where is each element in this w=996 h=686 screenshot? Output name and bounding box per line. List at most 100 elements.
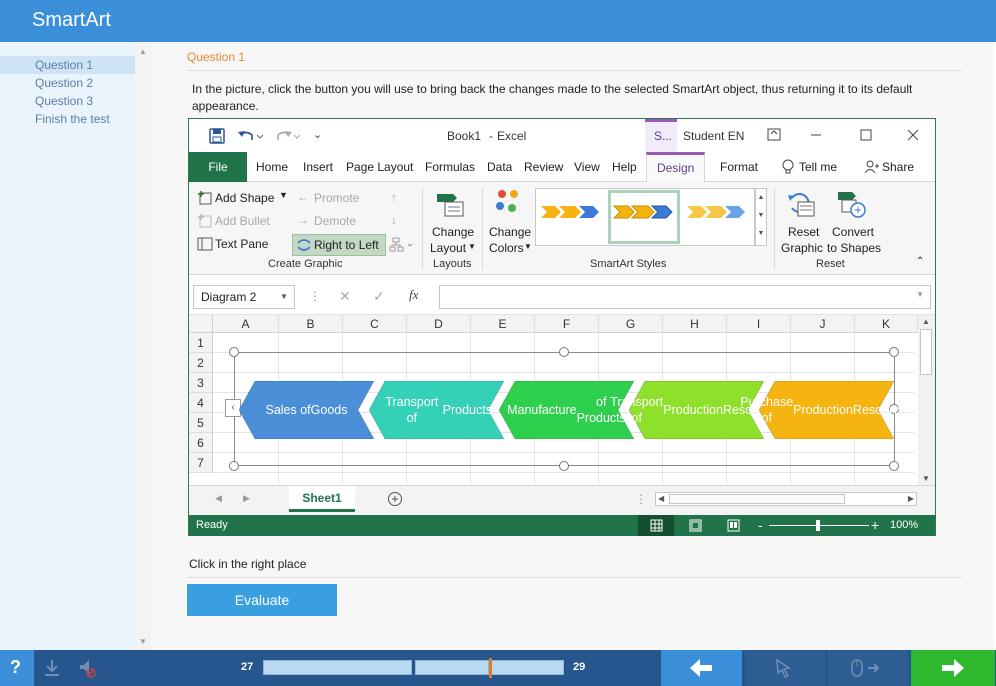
column-header[interactable]: E: [471, 315, 535, 333]
column-header[interactable]: F: [535, 315, 599, 333]
scroll-down-icon[interactable]: ▼: [922, 474, 930, 483]
collapse-ribbon-icon[interactable]: ⌃: [916, 256, 924, 267]
page-layout-view-icon[interactable]: [689, 519, 702, 532]
maximize-icon[interactable]: [859, 128, 873, 142]
share-button[interactable]: Share: [882, 152, 914, 182]
resize-handle[interactable]: [889, 347, 899, 357]
page-break-view-icon[interactable]: [727, 519, 740, 532]
change-colors-dropdown-icon[interactable]: ▼: [524, 242, 532, 251]
sidebar-item-question-1[interactable]: Question 1: [0, 56, 135, 74]
tab-help[interactable]: Help: [612, 152, 637, 182]
reset-graphic-line2[interactable]: Graphic: [781, 241, 823, 255]
scroll-thumb[interactable]: [920, 329, 932, 375]
column-header[interactable]: D: [407, 315, 471, 333]
ribbon-display-icon[interactable]: [767, 128, 781, 141]
tab-formulas[interactable]: Formulas: [425, 152, 475, 182]
row-header[interactable]: 6: [189, 433, 213, 453]
scroll-up-icon[interactable]: ▲: [139, 47, 147, 56]
move-down-icon[interactable]: ↓: [391, 213, 397, 227]
drag-button[interactable]: [828, 650, 908, 686]
tab-file[interactable]: File: [189, 152, 247, 182]
tab-page-layout[interactable]: Page Layout: [346, 152, 413, 182]
change-layout-dropdown-icon[interactable]: ▼: [468, 242, 476, 251]
name-box-dropdown-icon[interactable]: ▼: [280, 286, 288, 308]
promote-button[interactable]: Promote: [314, 191, 359, 205]
change-layout-line1[interactable]: Change: [432, 225, 474, 239]
hscroll-right-icon[interactable]: ▶: [908, 494, 914, 503]
zoom-out-button[interactable]: -: [758, 517, 763, 533]
resize-handle[interactable]: [889, 461, 899, 471]
column-header[interactable]: G: [599, 315, 663, 333]
zoom-in-button[interactable]: +: [871, 517, 879, 533]
resize-handle[interactable]: [559, 347, 569, 357]
close-icon[interactable]: [906, 128, 920, 142]
sidebar-scrollbar[interactable]: ▲ ▼: [135, 42, 151, 650]
zoom-level[interactable]: 100%: [890, 519, 918, 531]
next-button[interactable]: [911, 650, 995, 686]
tab-home[interactable]: Home: [256, 152, 288, 182]
tab-split-icon[interactable]: ⋮: [635, 492, 647, 506]
sidebar-item-question-3[interactable]: Question 3: [0, 92, 135, 110]
convert-to-shapes-line2[interactable]: to Shapes: [827, 241, 881, 255]
row-header[interactable]: 1: [189, 333, 213, 353]
resize-handle[interactable]: [229, 461, 239, 471]
style-thumbnail-3[interactable]: [685, 202, 747, 222]
cancel-formula-icon[interactable]: ✕: [339, 288, 351, 305]
reset-graphic-line1[interactable]: Reset: [788, 225, 819, 239]
save-icon[interactable]: [209, 128, 225, 144]
layout-org-icon[interactable]: [389, 237, 415, 253]
undo-icon[interactable]: [237, 128, 263, 144]
tab-insert[interactable]: Insert: [303, 152, 333, 182]
formula-bar-options-icon[interactable]: ⋮: [309, 289, 321, 303]
new-sheet-icon[interactable]: [387, 491, 403, 507]
hscroll-thumb[interactable]: [669, 494, 845, 504]
column-header[interactable]: I: [727, 315, 791, 333]
convert-to-shapes-line1[interactable]: Convert: [832, 225, 874, 239]
column-header[interactable]: A: [213, 315, 279, 333]
tab-review[interactable]: Review: [524, 152, 563, 182]
worksheet-grid[interactable]: ABCDEFGHIJK 1234567 ▲ ▼ ‹ Sales of Goods T…: [189, 315, 935, 485]
redo-icon[interactable]: [274, 128, 300, 144]
scroll-up-icon[interactable]: ▲: [922, 317, 930, 326]
column-header[interactable]: B: [279, 315, 343, 333]
enter-formula-icon[interactable]: ✓: [373, 288, 385, 305]
tell-me-box[interactable]: Tell me: [799, 152, 837, 182]
resize-handle[interactable]: [229, 347, 239, 357]
tab-view[interactable]: View: [574, 152, 600, 182]
row-header[interactable]: 2: [189, 353, 213, 373]
sheet-scroll-right-icon[interactable]: ▶: [243, 493, 250, 504]
sidebar-item-finish[interactable]: Finish the test: [0, 110, 135, 128]
column-header[interactable]: J: [791, 315, 855, 333]
customize-qat-icon[interactable]: ⌄: [313, 128, 322, 141]
sheet-tab-sheet1[interactable]: Sheet1: [289, 486, 355, 512]
download-button[interactable]: [36, 650, 68, 686]
zoom-slider-thumb[interactable]: [816, 520, 820, 531]
hscroll-left-icon[interactable]: ◀: [658, 494, 664, 503]
resize-handle[interactable]: [559, 461, 569, 471]
change-colors-line1[interactable]: Change: [489, 225, 531, 239]
previous-button[interactable]: [661, 650, 742, 686]
name-box[interactable]: Diagram 2 ▼: [193, 285, 295, 309]
scroll-down-icon[interactable]: ▼: [139, 637, 147, 646]
style-thumbnail-1[interactable]: [539, 202, 601, 222]
tab-design[interactable]: Design: [646, 152, 706, 182]
add-shape-button[interactable]: Add Shape: [215, 191, 274, 205]
column-header[interactable]: H: [663, 315, 727, 333]
expand-formula-icon[interactable]: ▼: [916, 290, 924, 299]
change-colors-line2[interactable]: Colors: [489, 241, 524, 255]
select-all-corner[interactable]: [189, 315, 213, 333]
insert-function-icon[interactable]: fx: [409, 287, 418, 303]
row-header[interactable]: 7: [189, 453, 213, 473]
move-up-icon[interactable]: ↑: [391, 190, 397, 204]
gallery-scroll[interactable]: ▲ ▼ ▼: [755, 188, 767, 246]
pointer-button[interactable]: [745, 650, 825, 686]
sound-button[interactable]: [70, 650, 102, 686]
add-bullet-button[interactable]: Add Bullet: [215, 214, 270, 228]
column-header[interactable]: C: [343, 315, 407, 333]
evaluate-button[interactable]: Evaluate: [187, 584, 337, 616]
change-layout-line2[interactable]: Layout: [430, 241, 466, 255]
column-header[interactable]: K: [855, 315, 918, 333]
horizontal-scrollbar[interactable]: ◀ ▶: [655, 492, 917, 506]
sidebar-item-question-2[interactable]: Question 2: [0, 74, 135, 92]
vertical-scrollbar[interactable]: ▲ ▼: [918, 315, 935, 485]
